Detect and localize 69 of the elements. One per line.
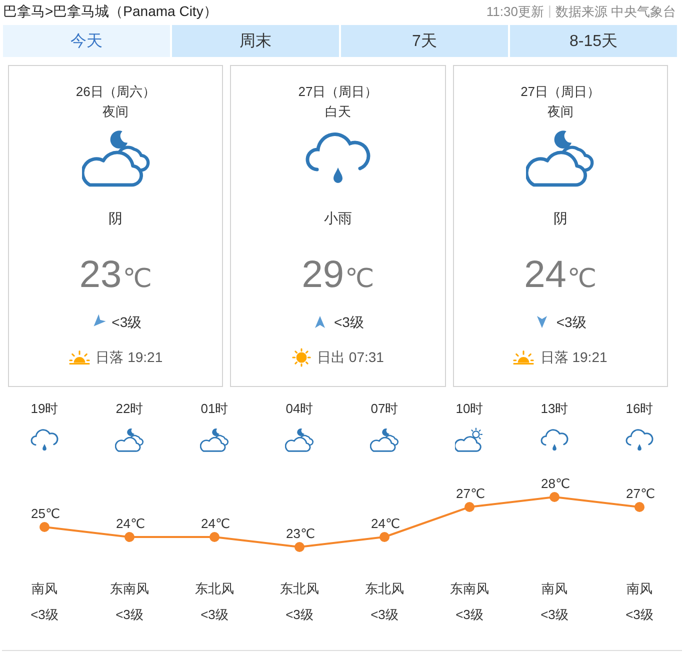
period-label: 白天 [324,103,351,121]
data-source: 数据来源 中央气象台 [555,3,676,21]
weather-label: 阴 [108,209,123,228]
period-label: 夜间 [102,103,129,121]
temperature-value: 25 [31,506,46,521]
date-label: 26日（周六） [76,83,156,101]
temperature-unit: ℃ [556,476,570,491]
hour-label: 07时 [370,400,398,418]
tab[interactable]: 今天 [3,25,170,57]
tab[interactable]: 7天 [341,25,508,57]
wind-direction: 东南风 [450,580,489,598]
temperature-unit: ℃ [470,486,486,501]
wind-level: <3级 [556,313,586,332]
update-time: 11:30更新 [486,3,544,21]
hour-label: 04时 [286,400,314,418]
temperature-unit: ℃ [46,506,60,521]
period-label: 夜间 [547,103,574,121]
sun-time: 日落 19:21 [96,348,163,367]
wind-direction: 东北风 [195,580,234,598]
temperature-value: 28 [541,476,556,491]
wind-level: <3级 [626,606,654,624]
temperature-value: 24 [371,516,386,531]
date-label: 27日（周日） [298,83,378,101]
wind-level: <3级 [286,606,314,624]
tab[interactable]: 周末 [172,25,339,57]
temperature-unit: ℃ [122,262,152,295]
wind-level: <3级 [334,313,364,332]
temperature-value: 27 [626,486,640,501]
date-label: 27日（周日） [520,83,600,101]
weather-label: 阴 [553,209,568,228]
separator: | [548,3,552,20]
wind-level: <3级 [30,606,58,624]
temperature-value: 24 [116,516,130,531]
temperature-unit: ℃ [640,486,656,501]
tab[interactable]: 8-15天 [510,25,677,57]
temperature-unit: ℃ [386,516,400,531]
hour-label: 19时 [30,400,58,418]
hour-label: 13时 [540,400,568,418]
wind-direction: 南风 [32,580,58,598]
wind-level: <3级 [370,606,398,624]
weather-label: 小雨 [324,209,352,228]
temperature-unit: ℃ [216,516,230,531]
hour-label: 16时 [626,400,654,418]
wind-direction: 东北风 [365,580,404,598]
sun-time: 日出 07:31 [317,348,384,367]
temperature-unit: ℃ [300,526,316,541]
hour-label: 10时 [456,400,484,418]
wind-level: <3级 [456,606,484,624]
temperature-value: 24 [524,253,566,297]
temperature-value: 29 [302,253,344,297]
temperature-value: 23 [286,526,300,541]
temperature-unit: ℃ [130,516,146,531]
wind-level: <3级 [200,606,228,624]
wind-level: <3级 [540,606,568,624]
wind-direction: 东北风 [280,580,319,598]
temperature-value: 23 [79,253,122,297]
hour-label: 22时 [116,400,144,418]
temperature-value: 24 [201,516,216,531]
breadcrumb: 巴拿马>巴拿马城（Panama City） [3,3,218,21]
temperature-value: 27 [456,486,470,501]
temperature-unit: ℃ [345,262,374,295]
wind-level: <3级 [116,606,144,624]
wind-direction: 南风 [626,580,652,598]
wind-level: <3级 [112,313,142,332]
wind-direction: 东南风 [110,580,149,598]
wind-direction: 南风 [542,580,568,598]
sun-time: 日落 19:21 [540,348,608,367]
temperature-unit: ℃ [567,262,597,295]
hour-label: 01时 [200,400,228,418]
